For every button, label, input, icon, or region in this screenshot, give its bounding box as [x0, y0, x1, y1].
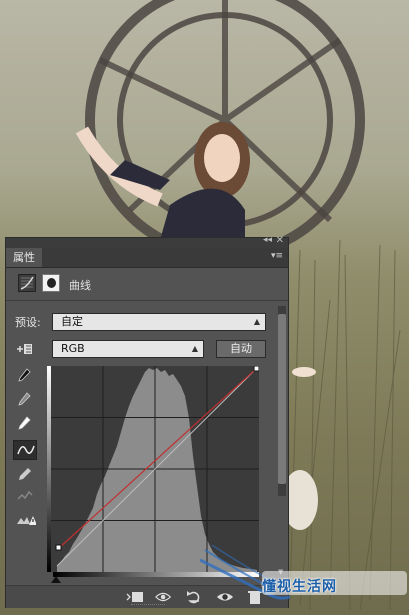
updown-arrow-icon: ▲ — [191, 344, 198, 353]
hand-target-icon[interactable] — [16, 341, 36, 357]
preset-label: 预设: — [15, 316, 41, 329]
curve-point-black — [55, 544, 62, 551]
scroll-thumb[interactable] — [278, 314, 286, 484]
eyedropper-gray-icon[interactable] — [13, 390, 37, 410]
view-previous-state-icon[interactable] — [155, 590, 173, 604]
eyedropper-white-icon[interactable] — [13, 414, 37, 434]
curves-layer-icon[interactable] — [18, 274, 36, 292]
collapse-panel-icon[interactable]: ◂◂ — [263, 235, 272, 245]
adjustment-title: 曲线 — [69, 279, 91, 292]
eyedropper-black-icon[interactable] — [13, 366, 37, 386]
preset-value: 自定 — [61, 315, 83, 328]
clipping-warning-icon[interactable] — [13, 510, 37, 530]
curve-point-white — [253, 365, 260, 372]
tab-properties[interactable]: 属性 — [6, 248, 42, 267]
preset-row: 预设: 自定 ▲ — [6, 311, 288, 331]
adjustment-header: 曲线 — [6, 268, 288, 301]
curve-edit-icon[interactable] — [13, 440, 37, 460]
pencil-icon[interactable] — [13, 464, 37, 484]
updown-arrow-icon: ▲ — [253, 317, 260, 326]
preset-select[interactable]: 自定 ▲ — [52, 313, 266, 331]
histogram — [57, 368, 257, 572]
panel-title-bar[interactable]: ◂◂ ✕ — [6, 235, 288, 248]
clip-to-layer-icon[interactable] — [126, 590, 144, 604]
layer-mask-icon[interactable] — [42, 274, 60, 292]
black-point-slider[interactable] — [51, 576, 61, 583]
auto-button[interactable]: 自动 — [216, 340, 266, 358]
panel-menu-icon[interactable]: ▾≡ — [271, 251, 283, 261]
channel-select[interactable]: RGB ▲ — [52, 340, 204, 358]
channel-value: RGB — [61, 342, 85, 355]
watermark-text: 懂视生活网 — [262, 579, 337, 595]
panel-tab-row: 属性 ▾≡ — [6, 248, 288, 268]
resize-grip[interactable] — [131, 604, 165, 607]
curves-graph[interactable] — [51, 365, 260, 572]
close-panel-icon[interactable]: ✕ — [276, 235, 284, 246]
channel-row: RGB ▲ 自动 — [6, 338, 288, 360]
smooth-icon[interactable] — [13, 486, 37, 506]
panel-scrollbar[interactable] — [278, 306, 286, 496]
